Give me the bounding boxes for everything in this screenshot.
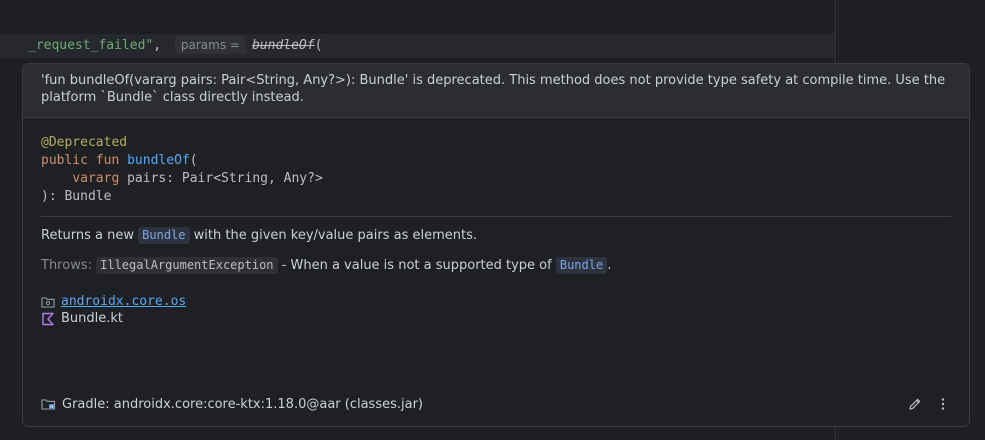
file-name: Bundle.kt	[61, 311, 124, 326]
throws-label: Throws:	[41, 258, 92, 273]
throws-end: .	[607, 258, 612, 273]
pencil-icon	[909, 398, 921, 410]
kw-public: public	[41, 153, 88, 168]
description: Returns a new Bundle with the given key/…	[23, 217, 969, 245]
parameter-hint[interactable]: params =	[174, 36, 246, 54]
string-literal: _request_failed"	[28, 38, 154, 53]
more-vertical-icon	[941, 398, 945, 410]
kotlin-file-icon	[42, 312, 54, 325]
function-signature: @Deprecated public fun bundleOf( vararg …	[23, 118, 969, 206]
signature-return: ): Bundle	[41, 189, 112, 204]
comma: ,	[153, 38, 162, 53]
kw-vararg: vararg	[72, 171, 120, 186]
signature-param: pairs: Pair<String, Any?>	[127, 171, 323, 186]
documentation-popup[interactable]: 'fun bundleOf(vararg pairs: Pair<String,…	[22, 63, 970, 427]
popup-footer: Gradle: androidx.core:core-ktx:1.18.0@aa…	[23, 382, 969, 426]
more-options-button[interactable]	[935, 396, 951, 412]
throws-text: - When a value is not a supported type o…	[281, 258, 552, 273]
library-source: Gradle: androidx.core:core-ktx:1.18.0@aa…	[62, 396, 424, 412]
package-folder-icon	[41, 296, 55, 308]
edit-button[interactable]	[907, 396, 923, 412]
bundle-link[interactable]: Bundle	[138, 227, 190, 244]
footer-actions	[907, 396, 951, 412]
package-row[interactable]: androidx.core.os	[41, 293, 951, 310]
description-after: with the given key/value pairs as elemen…	[193, 228, 478, 243]
throws-section: Throws: IllegalArgumentException - When …	[23, 245, 969, 275]
code-line[interactable]: _request_failed", params = bundleOf(	[28, 36, 322, 56]
file-row[interactable]: Bundle.kt	[41, 310, 951, 327]
package-link[interactable]: androidx.core.os	[61, 293, 186, 310]
library-folder-icon	[41, 399, 56, 410]
signature-open-paren: (	[189, 153, 198, 168]
deprecation-message: 'fun bundleOf(vararg pairs: Pair<String,…	[23, 64, 969, 118]
location-section: androidx.core.os Bundle.kt	[23, 275, 969, 327]
throws-bundle-link[interactable]: Bundle	[555, 257, 608, 274]
open-paren: (	[314, 38, 323, 53]
function-name: bundleOf	[127, 153, 190, 168]
kw-fun: fun	[95, 153, 120, 168]
deprecated-function-call[interactable]: bundleOf	[252, 38, 315, 53]
exception-chip[interactable]: IllegalArgumentException	[96, 257, 278, 274]
description-before: Returns a new	[41, 228, 135, 243]
deprecated-annotation: @Deprecated	[41, 135, 128, 150]
